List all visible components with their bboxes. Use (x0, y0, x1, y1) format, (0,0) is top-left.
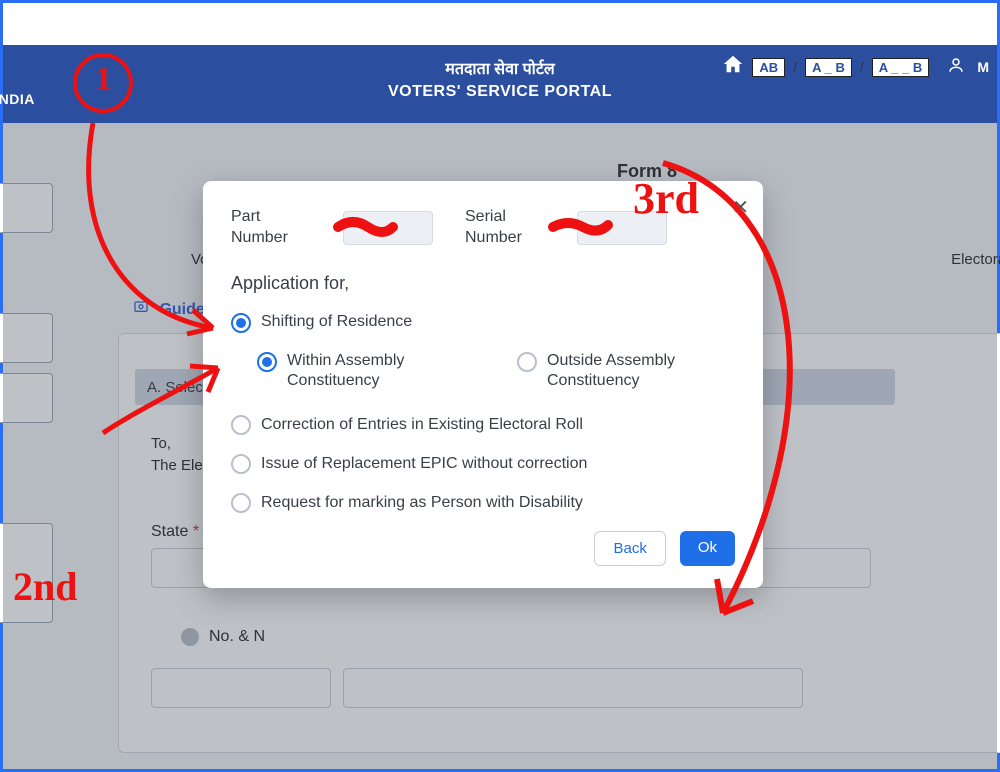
option-label: Within Assembly Constituency (287, 351, 457, 393)
option-label: Shifting of Residence (261, 313, 412, 331)
sub-option-outside-constituency[interactable]: Outside Assembly Constituency (517, 351, 717, 393)
font-size-medium[interactable]: A _ B (805, 58, 852, 77)
option-label: Outside Assembly Constituency (547, 351, 717, 393)
font-size-normal[interactable]: AB (752, 58, 785, 77)
separator: / (793, 59, 797, 75)
app-frame: ON OF INDIA मतदाता सेवा पोर्टल VOTERS' S… (0, 0, 1000, 772)
application-for-modal: ✕ Part Number Serial Number Application … (203, 181, 763, 588)
option-label: Request for marking as Person with Disab… (261, 494, 583, 512)
application-for-heading: Application for, (231, 273, 735, 294)
close-icon[interactable]: ✕ (732, 195, 749, 220)
option-correction-entries[interactable]: Correction of Entries in Existing Electo… (231, 414, 735, 435)
page-body: Form 8 DIA Electoral Roll/ Replacement o… (3, 123, 997, 769)
option-shifting-residence[interactable]: Shifting of Residence (231, 312, 735, 333)
separator: / (860, 59, 864, 75)
radio-checked-icon (231, 313, 251, 333)
serial-number-label: Serial Number (465, 207, 545, 249)
browser-top-whitespace (3, 3, 997, 45)
radio-unchecked-icon (231, 493, 251, 513)
portal-header: ON OF INDIA मतदाता सेवा पोर्टल VOTERS' S… (3, 45, 997, 123)
option-replacement-epic[interactable]: Issue of Replacement EPIC without correc… (231, 453, 735, 474)
option-person-with-disability[interactable]: Request for marking as Person with Disab… (231, 492, 735, 513)
radio-unchecked-icon (231, 454, 251, 474)
org-name-truncated: ON OF INDIA (0, 91, 35, 107)
radio-unchecked-icon (517, 352, 537, 372)
user-initial[interactable]: M (977, 59, 989, 75)
sub-option-within-constituency[interactable]: Within Assembly Constituency (257, 351, 457, 393)
radio-checked-icon (257, 352, 277, 372)
part-number-input[interactable] (343, 211, 433, 245)
home-icon[interactable] (722, 53, 744, 81)
option-label: Issue of Replacement EPIC without correc… (261, 455, 587, 473)
part-number-label: Part Number (231, 207, 311, 249)
back-button[interactable]: Back (594, 531, 665, 566)
font-size-large[interactable]: A _ _ B (872, 58, 930, 77)
option-label: Correction of Entries in Existing Electo… (261, 416, 583, 434)
portal-title-english: VOTERS' SERVICE PORTAL (3, 83, 997, 101)
radio-unchecked-icon (231, 415, 251, 435)
user-icon[interactable] (947, 56, 965, 79)
ok-button[interactable]: Ok (680, 531, 735, 566)
serial-number-input[interactable] (577, 211, 667, 245)
